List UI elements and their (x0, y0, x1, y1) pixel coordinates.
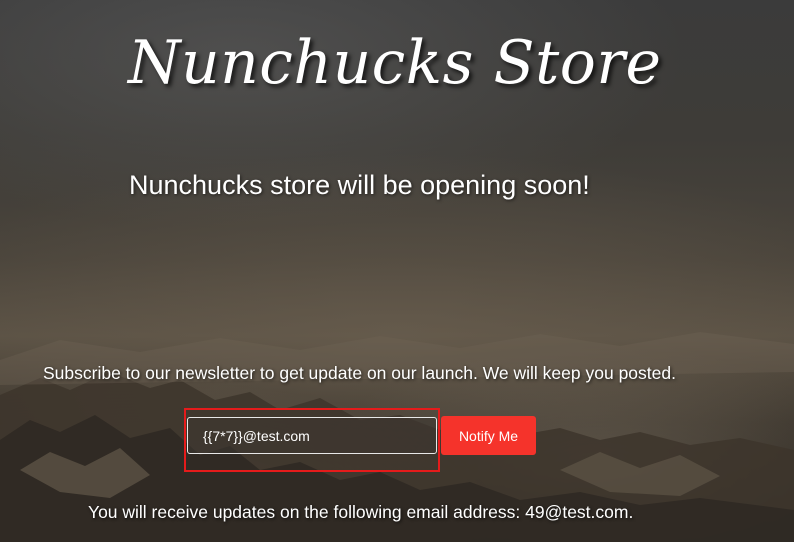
subscription-confirmation: You will receive updates on the followin… (88, 502, 634, 522)
store-title: Nunchucks Store (128, 28, 662, 98)
newsletter-description: Subscribe to our newsletter to get updat… (43, 363, 676, 383)
notify-me-button[interactable]: Notify Me (441, 416, 536, 455)
opening-soon-heading: Nunchucks store will be opening soon! (129, 170, 590, 200)
email-input[interactable] (187, 417, 437, 454)
